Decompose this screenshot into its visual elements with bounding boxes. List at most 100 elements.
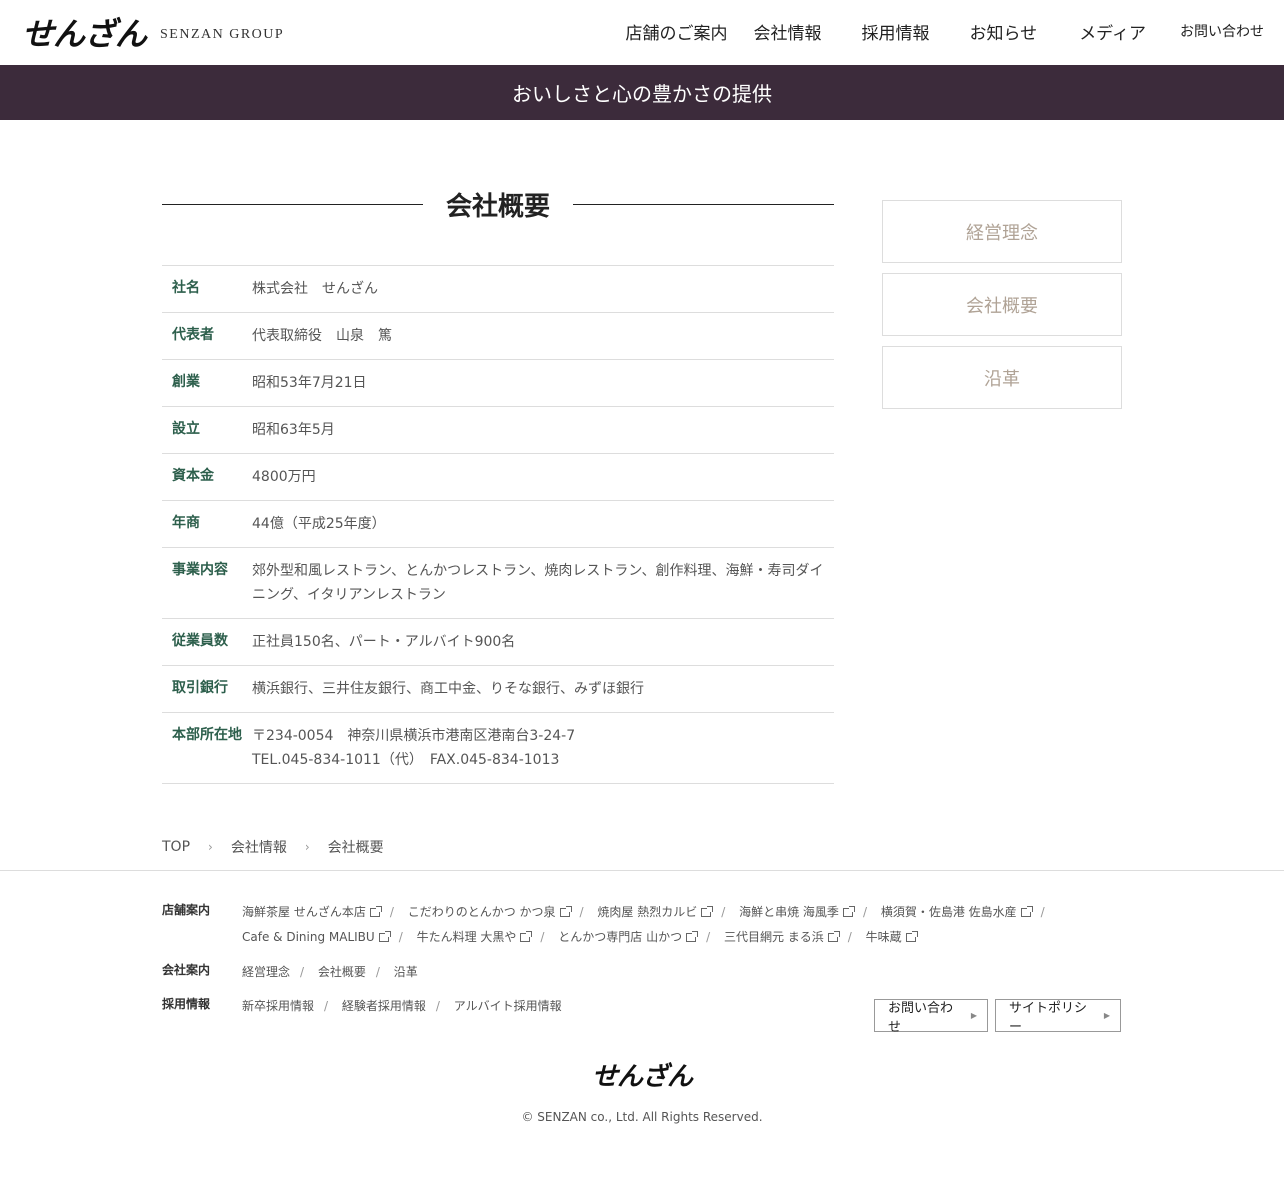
- footer-logo[interactable]: せんざん: [0, 1056, 1284, 1093]
- external-link-icon: [701, 906, 714, 917]
- table-row: 社名 株式会社 せんざん: [162, 265, 834, 313]
- nav-company[interactable]: 会社情報: [754, 19, 822, 44]
- contact-button[interactable]: お問い合わせ ▶: [874, 999, 988, 1035]
- footer-company-label: 会社案内: [162, 963, 211, 977]
- row-value: 正社員150名、パート・アルバイト900名: [252, 634, 516, 650]
- triangle-right-icon: ▶: [970, 1011, 977, 1020]
- row-value: 4800万円: [252, 469, 316, 485]
- site-policy-button[interactable]: サイトポリシー ▶: [995, 999, 1121, 1035]
- footer-link-part-time[interactable]: アルバイト採用情報: [454, 999, 562, 1013]
- row-label: 年商: [172, 515, 200, 531]
- footer-stores-links: 海鮮茶屋 せんざん本店 / こだわりのとんかつ かつ泉 / 焼肉屋 熱烈カルビ / 海…: [242, 900, 1122, 950]
- store-link-text: こだわりのとんかつ かつ泉: [407, 905, 556, 919]
- separator: /: [300, 965, 305, 979]
- row-label: 創業: [172, 374, 200, 390]
- footer-recruit-links: 新卒採用情報 / 経験者採用情報 / アルバイト採用情報: [242, 994, 802, 1019]
- separator: /: [862, 905, 867, 919]
- contact-button-label: お問い合わせ: [888, 1000, 954, 1035]
- breadcrumb: TOP › 会社情報 › 会社概要: [162, 836, 384, 858]
- nav-stores[interactable]: 店舗のご案内: [626, 19, 728, 44]
- row-value: 郊外型和風レストラン、とんかつレストラン、焼肉レストラン、創作料理、海鮮・寿司ダ…: [252, 563, 824, 603]
- row-label: 社名: [172, 280, 200, 296]
- separator: /: [375, 965, 380, 979]
- footer-link-experienced[interactable]: 経験者採用情報: [342, 999, 426, 1013]
- table-row: 本部所在地 〒234-0054 神奈川県横浜市港南区港南台3-24-7 TEL.04…: [162, 712, 834, 784]
- footer-divider: [0, 870, 1284, 871]
- table-row: 取引銀行 横浜銀行、三井住友銀行、商工中金、りそな銀行、みずほ銀行: [162, 665, 834, 713]
- row-label: 設立: [172, 421, 200, 437]
- row-value: 昭和63年5月: [252, 422, 335, 438]
- tagline-text: おいしさと心の豊かさの提供: [512, 82, 772, 106]
- store-link[interactable]: とんかつ専門店 山かつ: [558, 930, 699, 944]
- store-link-text: 海鮮茶屋 せんざん本店: [242, 905, 366, 919]
- separator: /: [579, 905, 584, 919]
- row-value: 〒234-0054 神奈川県横浜市港南区港南台3-24-7 TEL.045-834…: [252, 713, 834, 784]
- address-line: 〒234-0054 神奈川県横浜市港南区港南台3-24-7: [252, 728, 576, 744]
- store-link[interactable]: 横須賀・佐島港 佐島水産: [881, 905, 1033, 919]
- row-label: 本部所在地: [172, 727, 242, 743]
- store-link[interactable]: 海鮮と串焼 海風季: [739, 905, 855, 919]
- external-link-icon: [559, 906, 572, 917]
- nav-media[interactable]: メディア: [1079, 19, 1146, 44]
- chevron-right-icon: ›: [208, 840, 213, 854]
- separator: /: [706, 930, 711, 944]
- external-link-icon: [842, 906, 855, 917]
- nav-contact[interactable]: お問い合わせ: [1180, 21, 1264, 41]
- external-link-icon: [1020, 906, 1033, 917]
- triangle-right-icon: ▶: [1103, 1011, 1110, 1020]
- table-row: 事業内容 郊外型和風レストラン、とんかつレストラン、焼肉レストラン、創作料理、海鮮…: [162, 547, 834, 619]
- store-link[interactable]: Cafe & Dining MALIBU: [242, 930, 391, 944]
- row-label: 事業内容: [172, 562, 228, 578]
- store-link-text: 三代目網元 まる浜: [723, 930, 824, 944]
- store-link-text: 焼肉屋 熱烈カルビ: [597, 905, 698, 919]
- side-nav-philosophy[interactable]: 経営理念: [882, 200, 1122, 263]
- footer-link-overview[interactable]: 会社概要: [318, 965, 366, 979]
- store-link[interactable]: 牛たん料理 大黒や: [417, 930, 533, 944]
- side-nav-history[interactable]: 沿革: [882, 346, 1122, 409]
- footer-link-new-grad[interactable]: 新卒採用情報: [242, 999, 314, 1013]
- store-link[interactable]: こだわりのとんかつ かつ泉: [407, 905, 572, 919]
- separator: /: [389, 905, 394, 919]
- footer-link-philosophy[interactable]: 経営理念: [242, 965, 290, 979]
- external-link-icon: [905, 931, 918, 942]
- row-value: 44億（平成25年度）: [252, 516, 386, 532]
- logo-mark: せんざん: [22, 15, 147, 53]
- row-value: 昭和53年7月21日: [252, 375, 367, 391]
- store-link[interactable]: 牛味蔵: [865, 930, 918, 944]
- site-logo[interactable]: せんざん SENZAN GROUP: [22, 12, 285, 53]
- table-row: 資本金 4800万円: [162, 453, 834, 501]
- footer-company-links: 経営理念 / 会社概要 / 沿革: [242, 960, 1122, 985]
- separator: /: [540, 930, 545, 944]
- row-label: 代表者: [172, 327, 214, 343]
- external-link-icon: [369, 906, 382, 917]
- row-label: 取引銀行: [172, 680, 228, 696]
- table-row: 年商 44億（平成25年度）: [162, 500, 834, 548]
- breadcrumb-current: 会社概要: [327, 840, 384, 856]
- table-row: 設立 昭和63年5月: [162, 406, 834, 454]
- store-link-text: 海鮮と串焼 海風季: [739, 905, 839, 919]
- external-link-icon: [827, 931, 840, 942]
- page-title: 会社概要: [162, 180, 834, 228]
- company-info-table: 社名 株式会社 せんざん 代表者 代表取締役 山泉 篤 創業 昭和53年7月21日 設…: [162, 265, 834, 784]
- store-link[interactable]: 海鮮茶屋 せんざん本店: [242, 905, 382, 919]
- table-row: 創業 昭和53年7月21日: [162, 359, 834, 407]
- nav-news[interactable]: お知らせ: [970, 19, 1038, 44]
- side-nav-overview[interactable]: 会社概要: [882, 273, 1122, 336]
- main-content: 会社概要 社名 株式会社 せんざん 代表者 代表取締役 山泉 篤 創業 昭和53年7月…: [162, 180, 834, 784]
- store-link-text: Cafe & Dining MALIBU: [242, 930, 375, 944]
- breadcrumb-top[interactable]: TOP: [162, 839, 190, 855]
- footer-stores-label: 店舗案内: [162, 903, 211, 917]
- side-nav: 経営理念 会社概要 沿革: [882, 200, 1122, 419]
- separator: /: [398, 930, 403, 944]
- row-label: 従業員数: [172, 633, 228, 649]
- separator: /: [721, 905, 726, 919]
- store-link[interactable]: 焼肉屋 熱烈カルビ: [597, 905, 714, 919]
- nav-recruit[interactable]: 採用情報: [862, 19, 930, 44]
- phone-fax-line: TEL.045-834-1011（代） FAX.045-834-1013: [252, 752, 560, 768]
- footer-link-history[interactable]: 沿革: [394, 965, 418, 979]
- logo-subtitle: SENZAN GROUP: [160, 27, 285, 42]
- store-link[interactable]: 三代目網元 まる浜: [723, 930, 840, 944]
- page-title-text: 会社概要: [445, 191, 550, 222]
- store-link-text: 牛味蔵: [865, 930, 902, 944]
- breadcrumb-company[interactable]: 会社情報: [231, 837, 287, 857]
